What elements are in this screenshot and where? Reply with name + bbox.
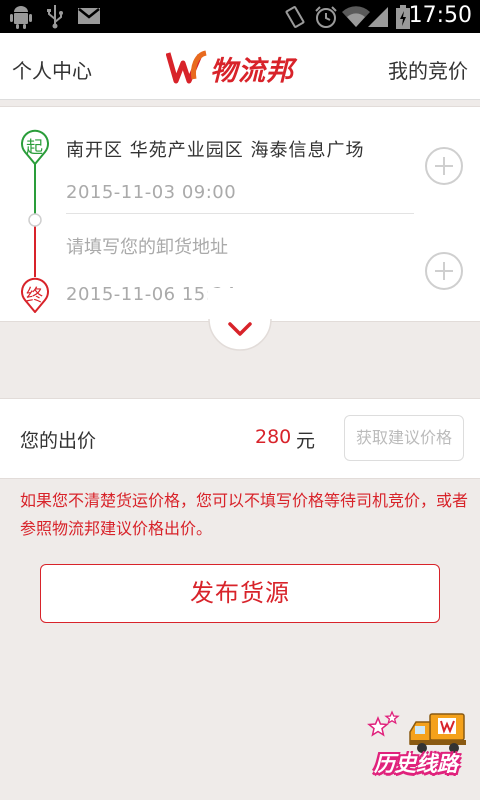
- history-routes-button[interactable]: 历史线路: [366, 706, 476, 790]
- origin-address[interactable]: 南开区 华苑产业园区 海泰信息广场: [66, 136, 364, 162]
- start-badge: 起: [26, 138, 43, 158]
- gmail-icon: [78, 8, 100, 24]
- price-input[interactable]: 280: [255, 426, 291, 448]
- publish-cargo-button[interactable]: 发布货源: [40, 564, 440, 623]
- price-unit: 元: [296, 430, 316, 452]
- origin-time[interactable]: 2015-11-03 09:00: [66, 182, 236, 203]
- android-debug-icon: [10, 6, 32, 29]
- vibrate-icon: [285, 6, 305, 28]
- history-routes-label: 历史线路: [374, 752, 458, 776]
- signal-icon: [368, 7, 388, 27]
- price-hint: 如果您不清楚货运价格，您可以不填写价格等待司机竞价，或者参照物流邦建议价格出价。: [20, 491, 469, 538]
- logo-text: 物流邦: [210, 56, 294, 87]
- status-time: 17:50: [408, 3, 472, 28]
- add-destination-plus-icon[interactable]: [425, 252, 463, 290]
- price-label: 您的出价: [20, 430, 97, 452]
- status-bar: 17:50: [0, 0, 480, 33]
- my-bids-link[interactable]: 我的竞价: [388, 55, 468, 84]
- logo-mark-icon: [166, 50, 207, 84]
- price-row: 您的出价 280 元 获取建议价格: [0, 398, 480, 479]
- add-origin-plus-icon[interactable]: [425, 147, 463, 185]
- wifi-icon: [342, 6, 370, 28]
- destination-address-input[interactable]: 请填写您的卸货地址: [66, 233, 228, 259]
- route-divider: [66, 213, 414, 214]
- app-logo: 物流邦: [166, 47, 316, 87]
- usb-icon: [47, 5, 63, 29]
- end-badge: 终: [26, 286, 43, 306]
- get-suggested-price-button[interactable]: 获取建议价格: [344, 415, 464, 461]
- expand-chevron-icon[interactable]: [208, 288, 272, 352]
- alarm-icon: [315, 6, 337, 28]
- personal-center-link[interactable]: 个人中心: [12, 55, 92, 84]
- app-header: 个人中心 物流邦 我的竞价: [0, 33, 480, 100]
